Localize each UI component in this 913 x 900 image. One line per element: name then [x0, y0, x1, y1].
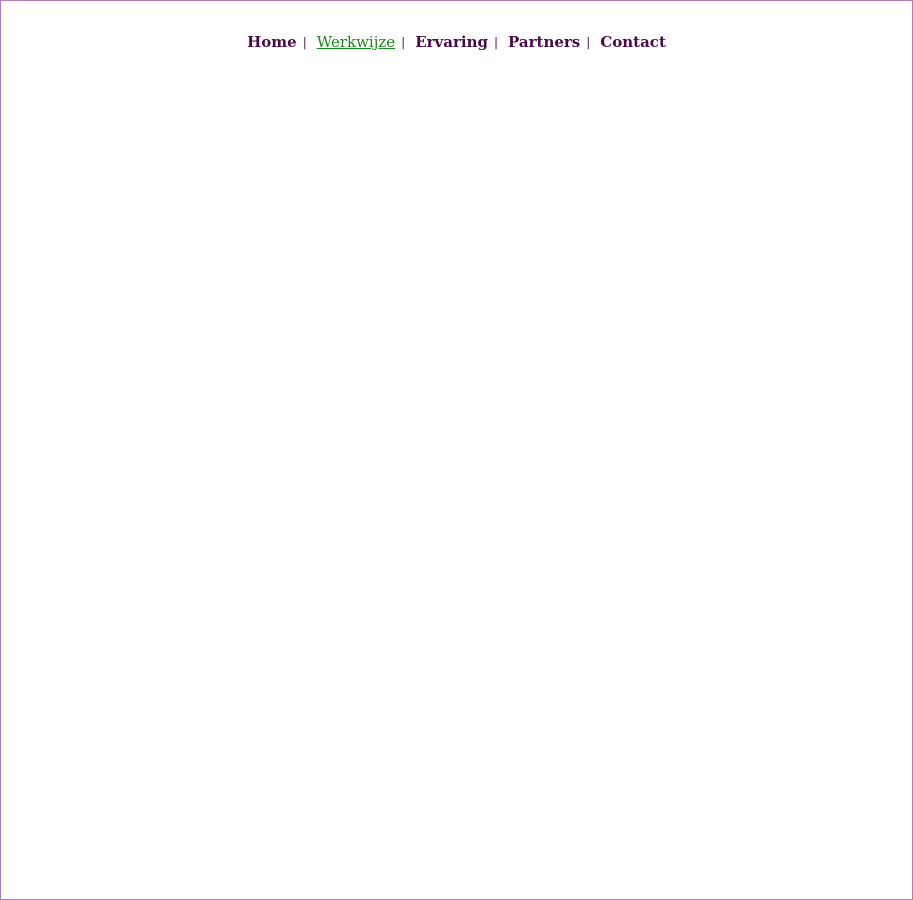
nav-link-partners[interactable]: Partners: [508, 33, 580, 51]
nav-separator: |: [401, 35, 406, 49]
top-navigation: Home | Werkwijze | Ervaring | Partners | Contact: [1, 31, 912, 54]
page-frame: Home | Werkwijze | Ervaring | Partners | Contact: [0, 0, 913, 900]
nav-separator: |: [302, 35, 307, 49]
main-content-area: [1, 71, 912, 899]
nav-separator: |: [493, 35, 499, 49]
nav-separator: |: [586, 35, 591, 49]
nav-link-ervaring[interactable]: Ervaring: [415, 33, 488, 51]
nav-link-contact[interactable]: Contact: [600, 33, 666, 51]
nav-link-werkwijze[interactable]: Werkwijze: [317, 33, 395, 51]
nav-link-home[interactable]: Home: [247, 33, 297, 51]
